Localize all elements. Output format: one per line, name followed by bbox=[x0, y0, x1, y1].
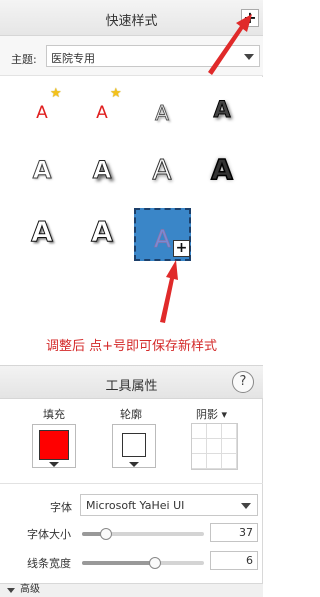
quick-style-title: 快速样式 bbox=[105, 14, 158, 29]
advanced-label: 高级 bbox=[20, 584, 40, 595]
style-preset-5[interactable]: A bbox=[14, 145, 70, 201]
style-preset-9[interactable]: A bbox=[14, 207, 70, 263]
fill-dropdown-icon[interactable] bbox=[49, 462, 59, 467]
outline-swatch bbox=[122, 433, 146, 457]
font-size-slider[interactable] bbox=[82, 528, 204, 540]
style-glyph: A bbox=[91, 215, 114, 248]
line-width-slider-thumb[interactable] bbox=[149, 557, 162, 569]
shadow-cell[interactable] bbox=[222, 424, 237, 439]
shadow-cell[interactable] bbox=[192, 454, 207, 469]
style-glyph: A bbox=[155, 101, 170, 126]
font-select[interactable]: Microsoft YaHei UI bbox=[80, 494, 258, 516]
style-preset-4[interactable]: A bbox=[194, 83, 250, 139]
theme-select[interactable]: 医院专用 bbox=[46, 45, 260, 67]
style-glyph: A bbox=[213, 98, 231, 124]
style-preset-7[interactable]: A bbox=[134, 145, 190, 201]
font-select-value: Microsoft YaHei UI bbox=[86, 499, 185, 512]
advanced-section[interactable]: 高级 bbox=[0, 583, 263, 597]
shadow-cell[interactable] bbox=[207, 454, 222, 469]
shadow-label[interactable]: 阴影 ▾ bbox=[196, 406, 227, 422]
style-preset-8[interactable]: A bbox=[194, 145, 250, 201]
chevron-down-icon bbox=[244, 54, 254, 60]
star-icon: ★ bbox=[110, 86, 122, 101]
line-width-input[interactable]: 6 bbox=[210, 551, 258, 570]
style-preset-selected[interactable]: A + bbox=[134, 208, 191, 261]
font-settings: 字体 Microsoft YaHei UI 字体大小 37 线条宽度 6 bbox=[0, 483, 263, 583]
style-glyph: A bbox=[92, 156, 112, 185]
styles-gallery: A ★ A ★ A A A A A A A A A + 调整后 点+号即可保存新… bbox=[0, 77, 263, 365]
style-glyph: A bbox=[36, 103, 48, 123]
line-width-slider[interactable] bbox=[82, 557, 204, 569]
shadow-cell[interactable] bbox=[192, 424, 207, 439]
help-button[interactable]: ? bbox=[232, 371, 254, 393]
shadow-cell[interactable] bbox=[207, 439, 222, 454]
style-glyph: A bbox=[96, 103, 108, 123]
star-icon: ★ bbox=[50, 86, 62, 101]
theme-select-value: 医院专用 bbox=[51, 52, 95, 65]
outline-dropdown-icon[interactable] bbox=[129, 462, 139, 467]
style-glyph: A bbox=[152, 153, 172, 186]
chevron-down-icon bbox=[241, 503, 251, 509]
quick-style-header: 快速样式 + bbox=[0, 0, 263, 36]
tool-properties-header: 工具属性 ? bbox=[0, 365, 263, 399]
line-width-label: 线条宽度 bbox=[27, 557, 71, 570]
chevron-down-icon bbox=[7, 588, 15, 593]
quick-style-panel: 快速样式 + 主题: 医院专用 A ★ A ★ A A A A A A A A … bbox=[0, 0, 263, 597]
shadow-cell[interactable] bbox=[222, 439, 237, 454]
fill-color-swatch bbox=[39, 430, 69, 460]
font-size-slider-thumb[interactable] bbox=[100, 528, 113, 540]
add-style-button[interactable]: + bbox=[241, 9, 259, 27]
shadow-cell[interactable] bbox=[222, 454, 237, 469]
style-preset-3[interactable]: A bbox=[134, 83, 190, 139]
hint-text: 调整后 点+号即可保存新样式 bbox=[45, 339, 218, 354]
theme-row: 主题: 医院专用 bbox=[0, 36, 263, 76]
style-preset-1[interactable]: A ★ bbox=[14, 83, 70, 139]
fill-label: 填充 bbox=[43, 408, 65, 421]
style-glyph: A bbox=[31, 215, 54, 248]
line-width-slider-fill bbox=[82, 561, 156, 565]
style-glyph: A bbox=[32, 156, 52, 185]
theme-label: 主题: bbox=[11, 53, 37, 66]
outline-label: 轮廓 bbox=[120, 408, 142, 421]
shadow-cell[interactable] bbox=[192, 439, 207, 454]
style-preset-10[interactable]: A bbox=[74, 207, 130, 263]
font-size-input[interactable]: 37 bbox=[210, 523, 258, 542]
font-size-label: 字体大小 bbox=[27, 528, 71, 541]
shadow-grid[interactable] bbox=[191, 423, 238, 470]
shadow-cell[interactable] bbox=[207, 424, 222, 439]
font-label: 字体 bbox=[50, 501, 72, 514]
style-preset-2[interactable]: A ★ bbox=[74, 83, 130, 139]
tool-properties-title: 工具属性 bbox=[105, 379, 158, 394]
style-glyph: A bbox=[210, 153, 233, 186]
style-preset-6[interactable]: A bbox=[74, 145, 130, 201]
save-style-plus-icon[interactable]: + bbox=[173, 240, 190, 257]
